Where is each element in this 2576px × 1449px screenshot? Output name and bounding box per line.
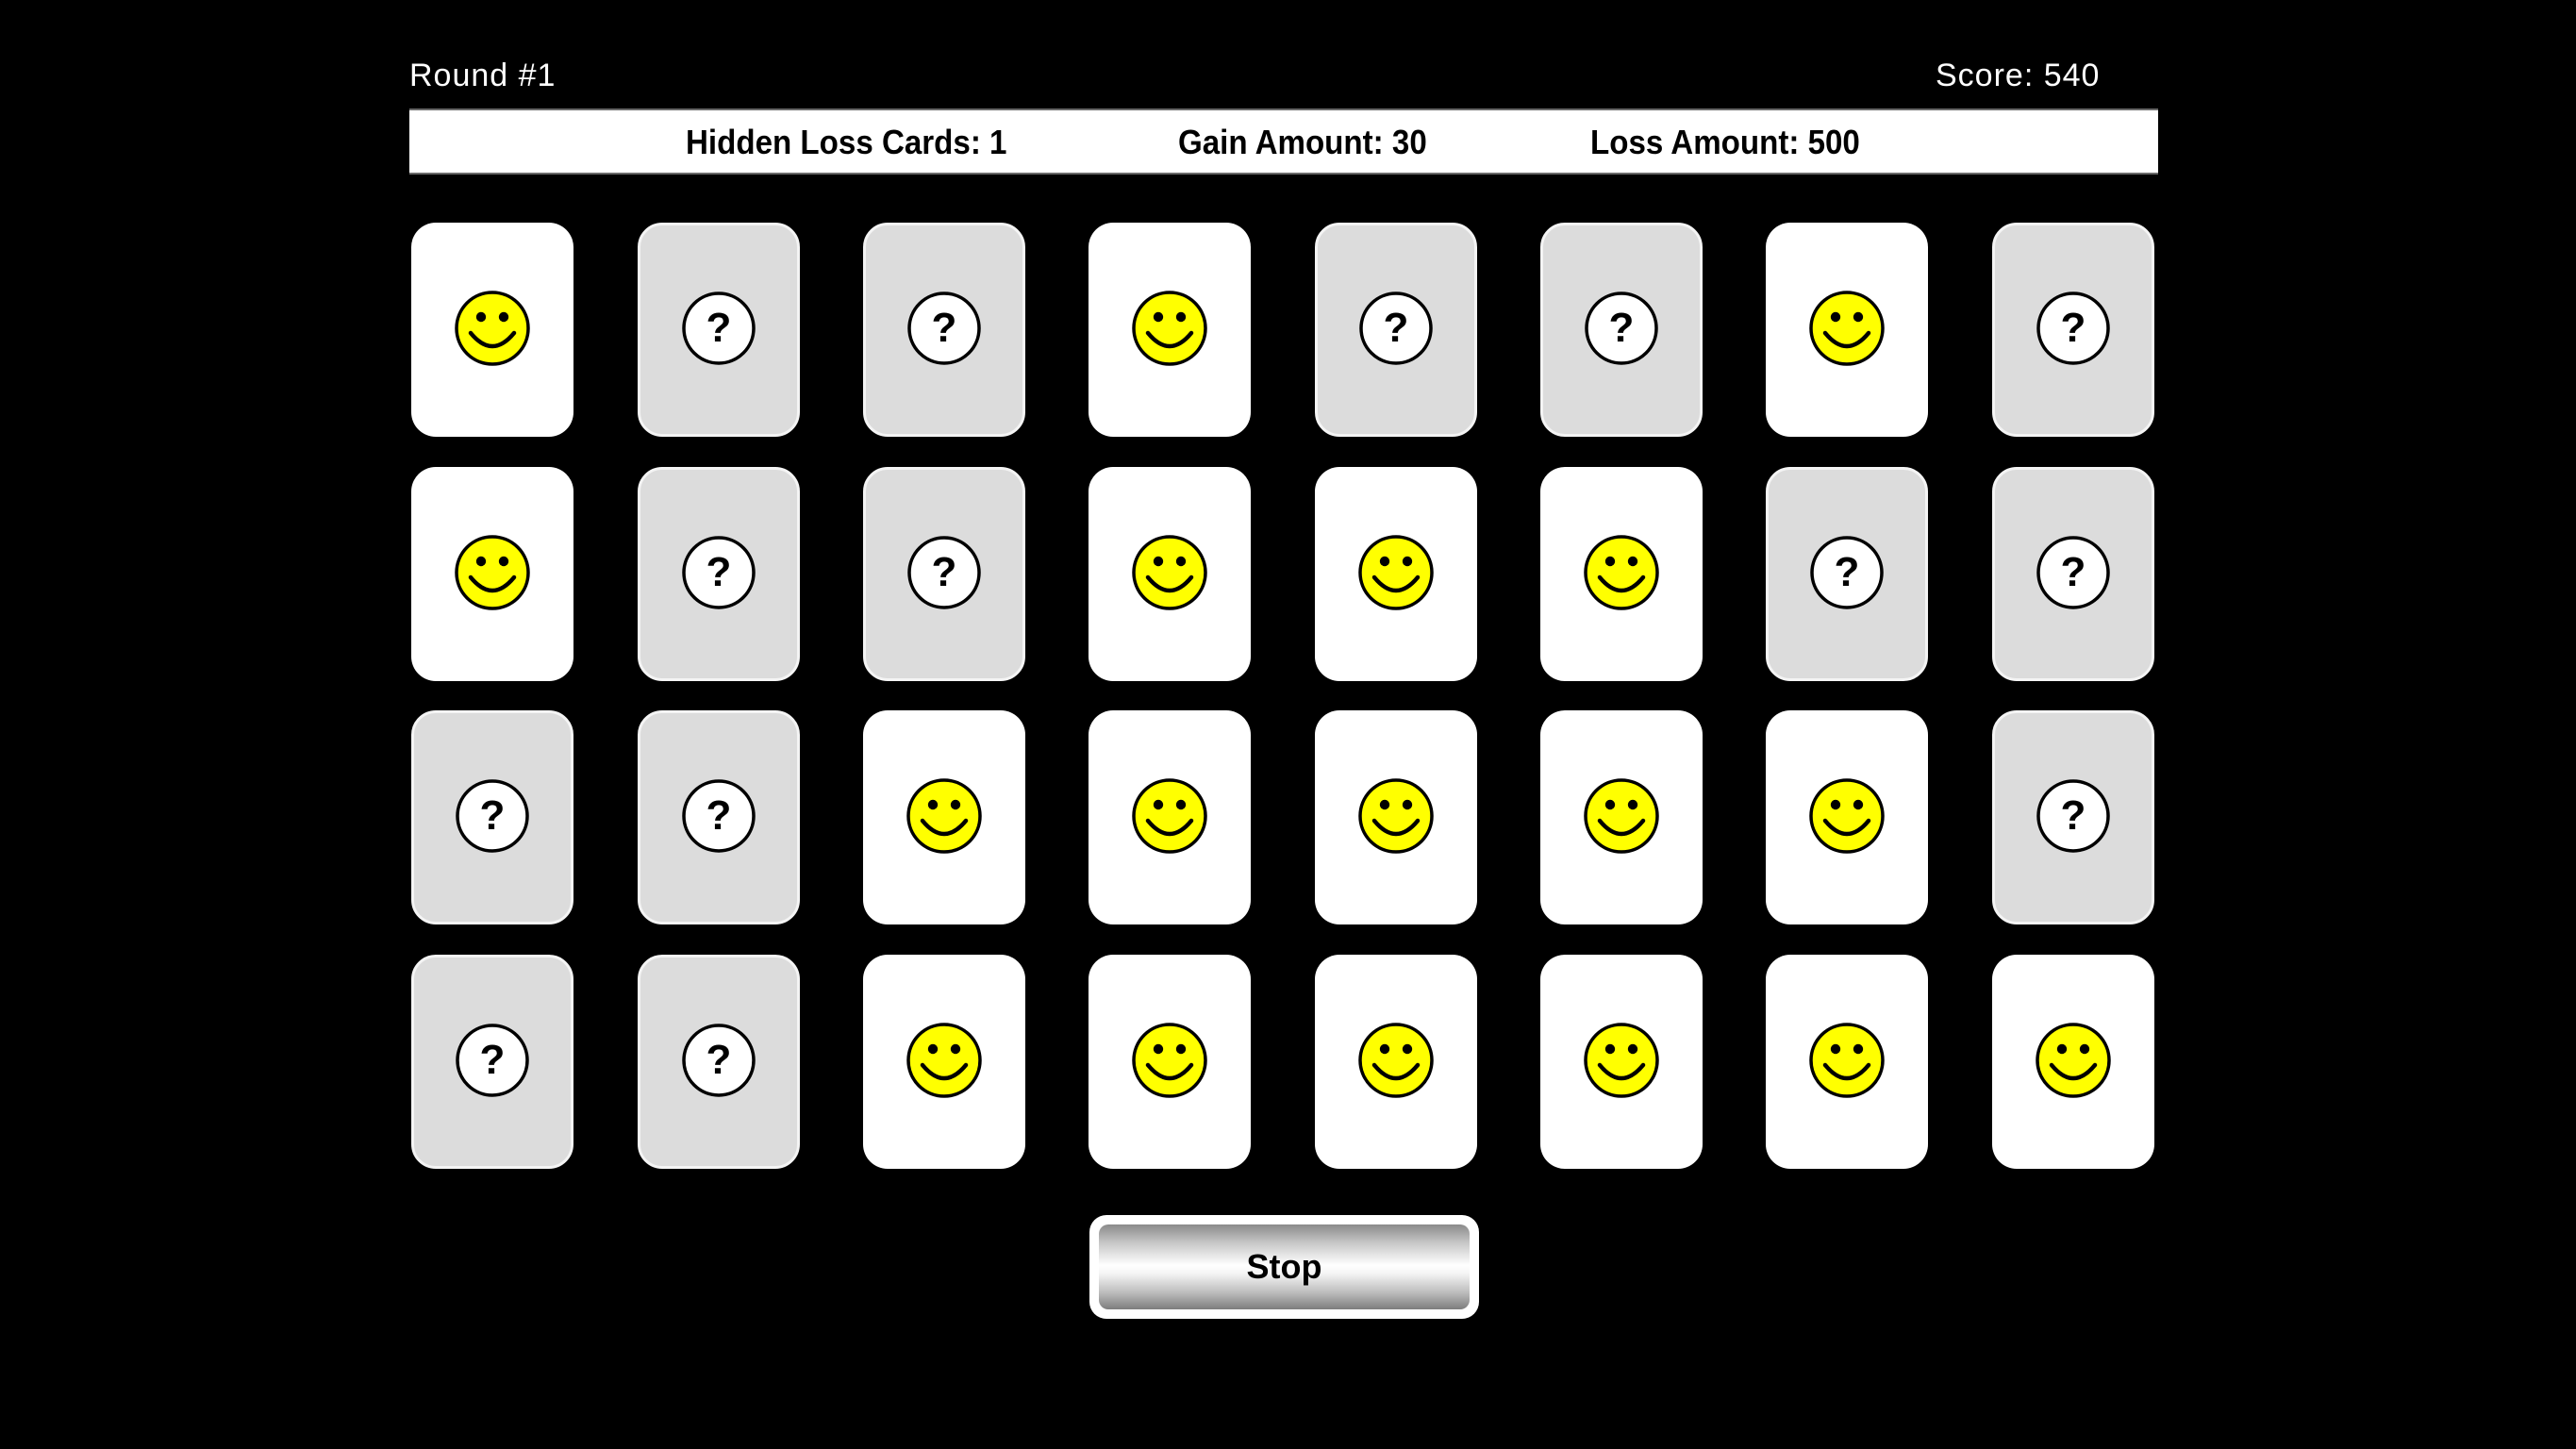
card-revealed-gain bbox=[1315, 955, 1477, 1169]
smiley-face-icon bbox=[1132, 1022, 1207, 1098]
question-mark-icon: ? bbox=[2036, 778, 2110, 853]
svg-text:?: ? bbox=[932, 305, 957, 351]
smiley-face-icon bbox=[2036, 1022, 2111, 1098]
card-hidden[interactable]: ? bbox=[1992, 223, 2154, 437]
svg-text:?: ? bbox=[706, 305, 732, 351]
smiley-face-icon bbox=[455, 290, 530, 366]
smiley-face-icon bbox=[1809, 1022, 1885, 1098]
card-hidden[interactable]: ? bbox=[1315, 223, 1477, 437]
round-label: Round #1 bbox=[409, 58, 557, 93]
svg-text:?: ? bbox=[1835, 549, 1860, 595]
card-hidden[interactable]: ? bbox=[1540, 223, 1703, 437]
smiley-face-icon bbox=[1584, 534, 1659, 610]
svg-text:?: ? bbox=[1609, 305, 1635, 351]
card-revealed-gain bbox=[863, 955, 1025, 1169]
smiley-face-icon bbox=[1358, 777, 1434, 854]
svg-text:?: ? bbox=[1384, 305, 1409, 351]
svg-text:?: ? bbox=[480, 1037, 506, 1083]
question-mark-icon: ? bbox=[682, 535, 756, 609]
question-mark-icon: ? bbox=[1810, 535, 1884, 609]
svg-text:?: ? bbox=[706, 1037, 732, 1083]
svg-text:?: ? bbox=[706, 549, 732, 595]
score-label: Score: 540 bbox=[1936, 58, 2101, 93]
smiley-face-icon bbox=[1132, 777, 1207, 854]
card-hidden[interactable]: ? bbox=[1992, 467, 2154, 681]
smiley-face-icon bbox=[906, 777, 982, 854]
card-revealed-gain bbox=[1540, 467, 1703, 681]
smiley-face-icon bbox=[1584, 777, 1659, 854]
card-hidden[interactable]: ? bbox=[638, 223, 800, 437]
svg-text:?: ? bbox=[2061, 792, 2086, 839]
card-hidden[interactable]: ? bbox=[411, 710, 573, 924]
card-revealed-gain bbox=[1089, 223, 1251, 437]
card-hidden[interactable]: ? bbox=[1992, 710, 2154, 924]
smiley-face-icon bbox=[1358, 1022, 1434, 1098]
card-hidden[interactable]: ? bbox=[863, 467, 1025, 681]
svg-text:?: ? bbox=[706, 792, 732, 839]
card-revealed-gain bbox=[1089, 955, 1251, 1169]
smiley-face-icon bbox=[1132, 534, 1207, 610]
stop-button[interactable]: Stop bbox=[1089, 1215, 1479, 1319]
question-mark-icon: ? bbox=[456, 1023, 529, 1097]
question-mark-icon: ? bbox=[2036, 291, 2110, 365]
svg-text:?: ? bbox=[480, 792, 506, 839]
card-revealed-gain bbox=[1089, 710, 1251, 924]
svg-text:?: ? bbox=[2061, 305, 2086, 351]
card-revealed-gain bbox=[1766, 710, 1928, 924]
card-hidden[interactable]: ? bbox=[411, 955, 573, 1169]
smiley-face-icon bbox=[1358, 534, 1434, 610]
card-revealed-gain bbox=[1766, 223, 1928, 437]
question-mark-icon: ? bbox=[907, 291, 981, 365]
card-hidden[interactable]: ? bbox=[638, 467, 800, 681]
card-revealed-gain bbox=[411, 467, 573, 681]
smiley-face-icon bbox=[1809, 290, 1885, 366]
card-hidden[interactable]: ? bbox=[638, 710, 800, 924]
card-hidden[interactable]: ? bbox=[863, 223, 1025, 437]
info-bar: Hidden Loss Cards: 1 Gain Amount: 30 Los… bbox=[409, 108, 2158, 175]
smiley-face-icon bbox=[455, 534, 530, 610]
stop-button-label: Stop bbox=[1099, 1224, 1470, 1309]
smiley-face-icon bbox=[1809, 777, 1885, 854]
card-revealed-gain bbox=[1315, 710, 1477, 924]
loss-amount-label: Loss Amount: 500 bbox=[1590, 123, 1860, 161]
question-mark-icon: ? bbox=[2036, 535, 2110, 609]
question-mark-icon: ? bbox=[682, 778, 756, 853]
card-revealed-gain bbox=[863, 710, 1025, 924]
card-revealed-gain bbox=[411, 223, 573, 437]
question-mark-icon: ? bbox=[907, 535, 981, 609]
smiley-face-icon bbox=[1584, 1022, 1659, 1098]
card-revealed-gain bbox=[1315, 467, 1477, 681]
card-hidden[interactable]: ? bbox=[1766, 467, 1928, 681]
gain-amount-label: Gain Amount: 30 bbox=[1178, 123, 1427, 161]
card-revealed-gain bbox=[1766, 955, 1928, 1169]
svg-text:?: ? bbox=[932, 549, 957, 595]
question-mark-icon: ? bbox=[682, 1023, 756, 1097]
card-revealed-gain bbox=[1992, 955, 2154, 1169]
card-hidden[interactable]: ? bbox=[638, 955, 800, 1169]
card-revealed-gain bbox=[1089, 467, 1251, 681]
svg-text:?: ? bbox=[2061, 549, 2086, 595]
smiley-face-icon bbox=[906, 1022, 982, 1098]
card-revealed-gain bbox=[1540, 710, 1703, 924]
question-mark-icon: ? bbox=[1359, 291, 1433, 365]
question-mark-icon: ? bbox=[456, 778, 529, 853]
smiley-face-icon bbox=[1132, 290, 1207, 366]
hidden-loss-cards-label: Hidden Loss Cards: 1 bbox=[686, 123, 1007, 161]
question-mark-icon: ? bbox=[682, 291, 756, 365]
card-revealed-gain bbox=[1540, 955, 1703, 1169]
question-mark-icon: ? bbox=[1585, 291, 1658, 365]
